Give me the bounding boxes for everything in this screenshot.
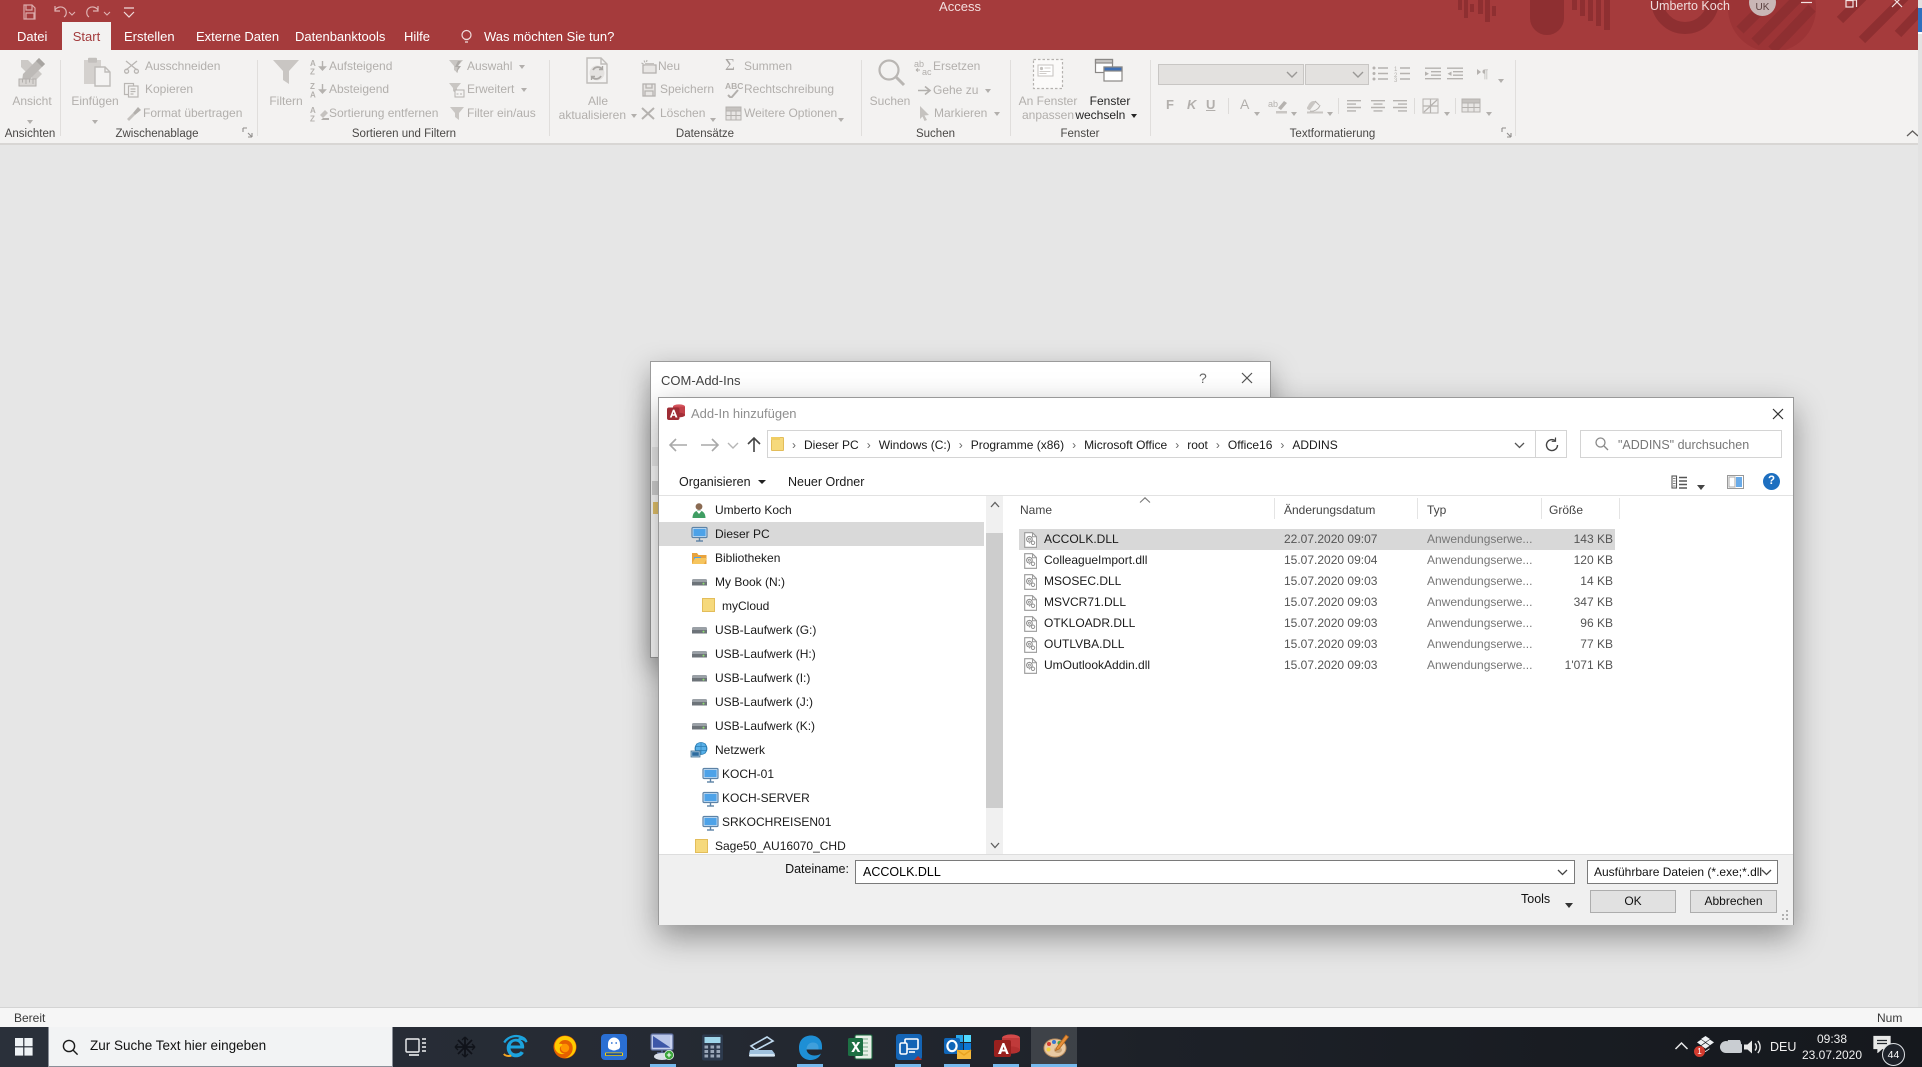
- svg-text:ab: ab: [1268, 99, 1278, 109]
- svg-text:Z: Z: [310, 115, 315, 123]
- svg-text:ABC: ABC: [725, 81, 743, 91]
- svg-text:A: A: [310, 91, 316, 99]
- svg-text:ac: ac: [922, 67, 932, 75]
- svg-text:3: 3: [1394, 78, 1398, 82]
- svg-text:Z: Z: [310, 68, 315, 76]
- svg-text:¶: ¶: [1482, 67, 1488, 80]
